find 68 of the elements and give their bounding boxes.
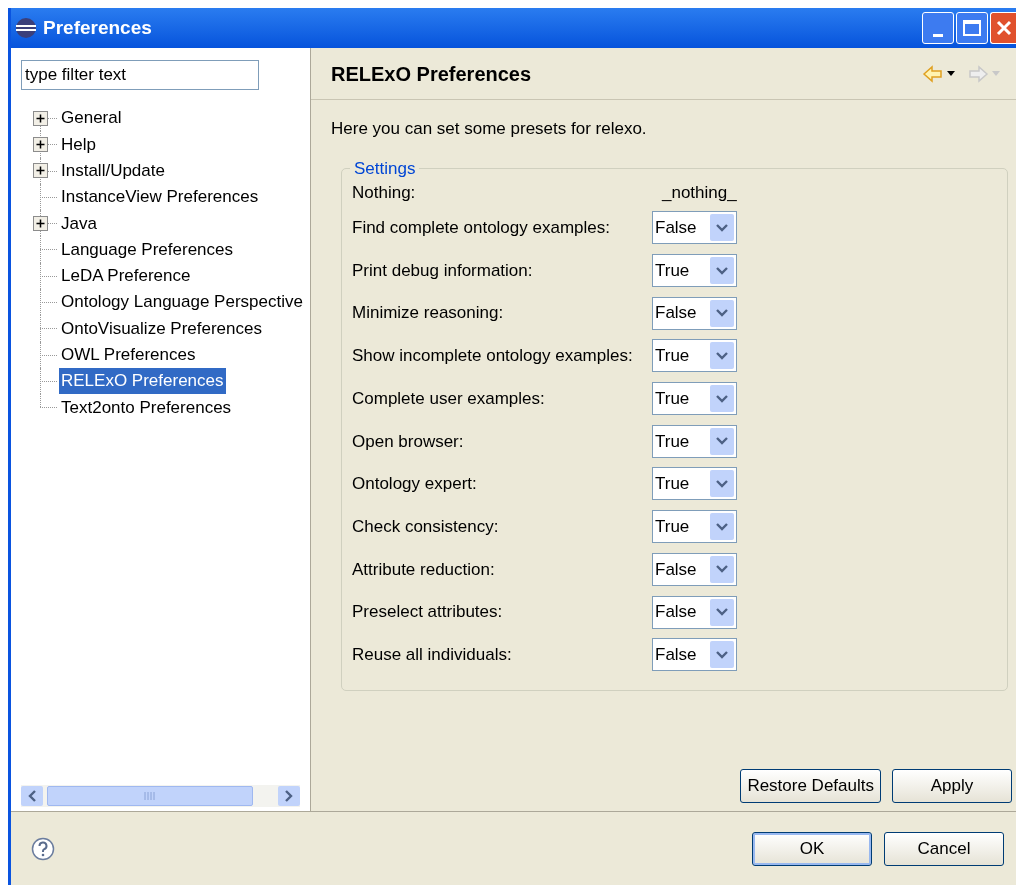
setting-value: _nothing_ <box>662 181 737 204</box>
tree-item[interactable]: RELExO Preferences <box>59 368 226 394</box>
tree-item[interactable]: Language Preferences <box>59 236 236 263</box>
tree-item[interactable]: Java <box>59 210 99 237</box>
page-title: RELExO Preferences <box>331 61 532 87</box>
expand-icon[interactable] <box>33 215 48 231</box>
close-button[interactable] <box>990 12 1016 44</box>
tree-item[interactable]: LeDA Preference <box>59 263 193 289</box>
chevron-down-icon <box>716 351 728 360</box>
dropdown[interactable]: False <box>652 296 737 330</box>
setting-label: Minimize reasoning: <box>352 302 505 325</box>
setting-label: Check consistency: <box>352 515 500 538</box>
chevron-down-icon <box>716 608 728 617</box>
chevron-down-icon <box>716 522 728 531</box>
dropdown[interactable]: False <box>652 211 737 245</box>
window-title: Preferences <box>43 15 152 40</box>
setting-label: Reuse all individuals: <box>352 643 513 666</box>
chevron-down-icon <box>716 479 728 488</box>
filter-field[interactable]: type filter text <box>21 60 259 90</box>
tree-item[interactable]: Text2onto Preferences <box>59 394 234 421</box>
setting-label: Find complete ontology examples: <box>352 217 611 240</box>
setting-label: Show incomplete ontology examples: <box>352 345 634 368</box>
chevron-down-icon <box>716 223 728 232</box>
tree-item[interactable]: OWL Preferences <box>59 342 198 368</box>
dropdown[interactable]: False <box>652 552 737 586</box>
expand-icon[interactable] <box>33 136 48 152</box>
dropdown[interactable]: True <box>652 382 737 416</box>
tree-item[interactable]: InstanceView Preferences <box>59 184 261 210</box>
page-button[interactable]: Apply <box>892 769 1012 803</box>
setting-label: Nothing: <box>352 181 417 204</box>
dialog-button[interactable]: Cancel <box>884 831 1004 866</box>
setting-label: Ontology expert: <box>352 473 478 496</box>
setting-label: Attribute reduction: <box>352 558 496 581</box>
setting-label: Print debug information: <box>352 259 534 282</box>
expand-icon[interactable] <box>33 163 48 179</box>
dropdown-icon[interactable] <box>947 71 955 76</box>
dropdown[interactable]: False <box>652 595 737 629</box>
sphere-icon <box>15 17 37 39</box>
setting-label: Preselect attributes: <box>352 601 504 624</box>
grip-icon <box>144 792 156 800</box>
horizontal-scrollbar[interactable] <box>21 785 300 807</box>
chevron-down-icon <box>716 437 728 446</box>
tree-item[interactable]: Help <box>59 131 98 158</box>
dropdown[interactable]: True <box>652 467 737 501</box>
page-description: Here you can set some presets for relexo. <box>331 118 648 140</box>
tree-item[interactable]: Ontology Language Perspective <box>59 289 305 315</box>
page-button[interactable]: Restore Defaults <box>740 769 881 803</box>
chevron-down-icon <box>716 309 728 318</box>
expand-icon[interactable] <box>33 110 48 126</box>
setting-label: Complete user examples: <box>352 387 546 410</box>
chevron-down-icon <box>716 394 728 403</box>
dialog-button[interactable]: OK <box>752 831 872 866</box>
dropdown[interactable]: True <box>652 510 737 544</box>
maximize-button[interactable] <box>956 12 988 44</box>
chevron-down-icon <box>716 565 728 574</box>
dropdown[interactable]: False <box>652 638 737 672</box>
help-icon[interactable] <box>31 836 55 861</box>
setting-label: Open browser: <box>352 430 465 453</box>
dropdown[interactable]: True <box>652 339 737 373</box>
tree-item[interactable]: Install/Update <box>59 158 167 184</box>
tree-item[interactable]: General <box>59 105 124 131</box>
dropdown[interactable]: True <box>652 254 737 288</box>
tree-item[interactable]: OntoVisualize Preferences <box>59 315 264 342</box>
dropdown[interactable]: True <box>652 424 737 458</box>
chevron-down-icon <box>716 650 728 659</box>
minimize-button[interactable] <box>922 12 954 44</box>
close-icon <box>995 20 1012 36</box>
chevron-down-icon <box>716 266 728 275</box>
